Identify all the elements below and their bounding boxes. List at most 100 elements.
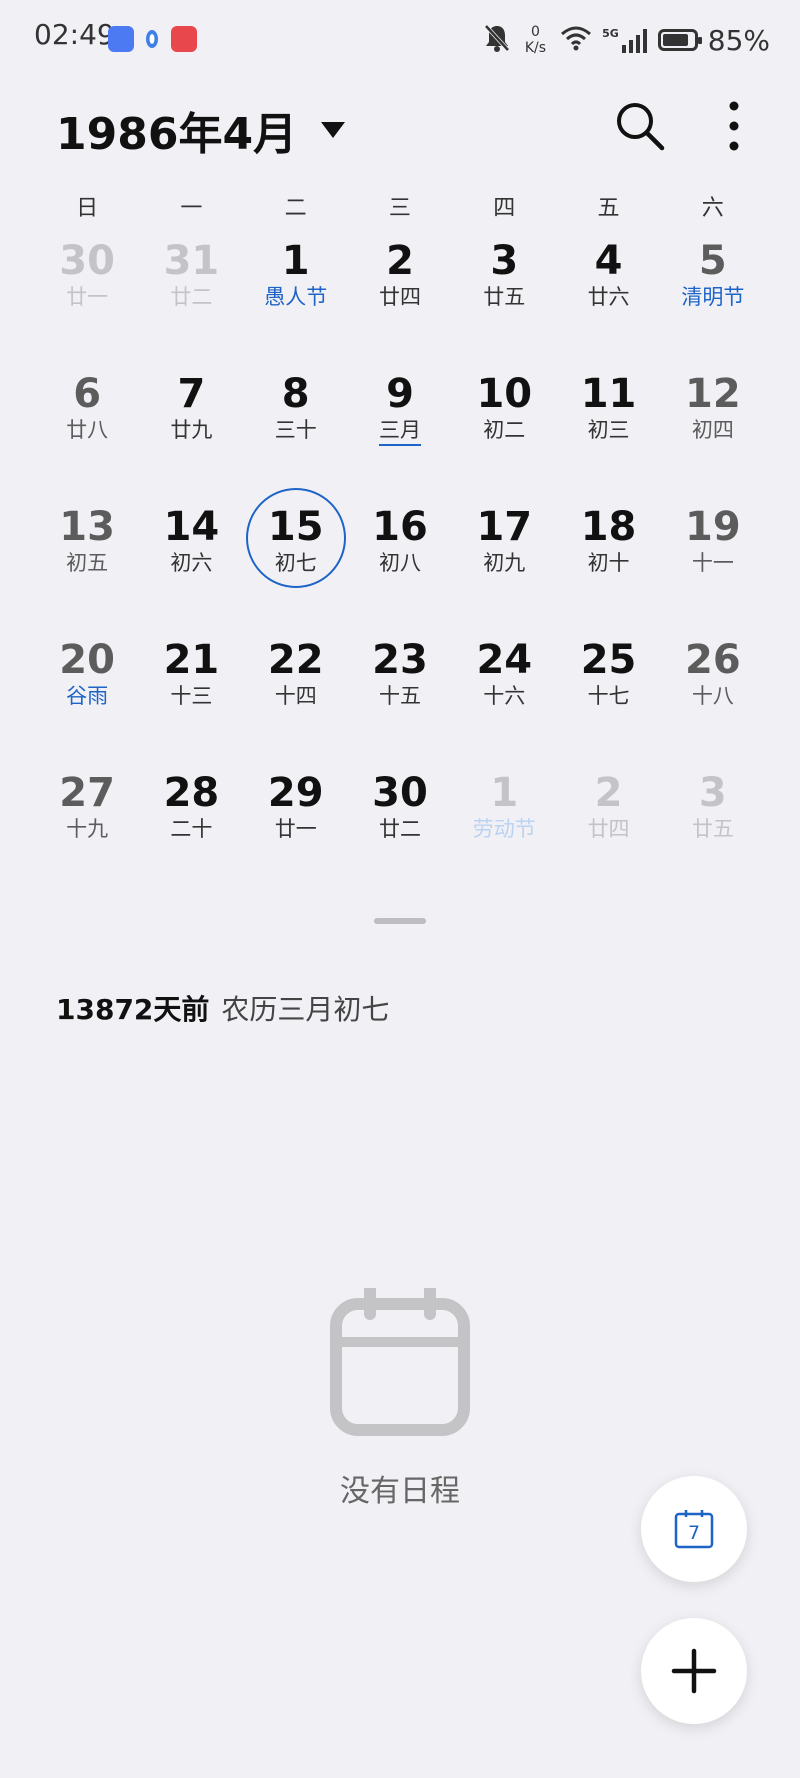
lunar-day-label: 十九 [66, 817, 109, 841]
day-cell[interactable]: 30 廿二 [348, 770, 452, 903]
bell-off-icon [483, 23, 511, 57]
day-cell[interactable]: 12 初四 [661, 371, 765, 504]
day-cell[interactable]: 5 清明节 [661, 238, 765, 371]
day-cell[interactable]: 2 廿四 [556, 770, 660, 903]
signal-icon: 5G [602, 27, 648, 53]
day-cell[interactable]: 23 十五 [348, 637, 452, 770]
calendar-grid: 30 廿一 31 廿二 1 愚人节 2 廿四 3 廿五 4 廿六 5 清明节 6 廿八 7 廿九 8 三十 9 三月 10 初… [35, 238, 765, 903]
day-number: 20 [59, 637, 115, 683]
day-cell[interactable]: 1 愚人节 [244, 238, 348, 371]
battery-percent: 85% [707, 23, 770, 57]
day-number: 17 [476, 504, 533, 550]
status-time: 02:49 [34, 18, 115, 51]
weekday-label: 日 [76, 196, 99, 221]
day-cell[interactable]: 20 谷雨 [35, 637, 139, 770]
day-cell[interactable]: 31 廿二 [139, 238, 243, 371]
day-number: 12 [685, 371, 741, 417]
day-cell[interactable]: 3 廿五 [661, 770, 765, 903]
day-cell[interactable]: 21 十三 [139, 637, 243, 770]
more-options-button[interactable] [704, 96, 764, 156]
day-number: 7 [177, 371, 206, 417]
day-cell[interactable]: 19 十一 [661, 504, 765, 637]
day-cell[interactable]: 17 初九 [452, 504, 556, 637]
day-cell[interactable]: 24 十六 [452, 637, 556, 770]
day-cell[interactable]: 14 初六 [139, 504, 243, 637]
lunar-day-label: 初二 [483, 418, 526, 442]
day-cell[interactable]: 1 劳动节 [452, 770, 556, 903]
lunar-day-label: 廿五 [483, 285, 526, 309]
day-number: 21 [163, 637, 220, 683]
battery-icon [657, 29, 702, 51]
search-button[interactable] [610, 96, 670, 156]
lunar-day-label: 廿一 [274, 817, 317, 841]
lunar-day-label: 初八 [378, 551, 421, 575]
day-cell[interactable]: 3 廿五 [452, 238, 556, 371]
day-cell[interactable]: 6 廿八 [35, 371, 139, 504]
weekday-label: 五 [597, 196, 620, 221]
lunar-day-label: 廿六 [587, 285, 630, 309]
day-cell[interactable]: 26 十八 [661, 637, 765, 770]
drag-handle[interactable] [374, 918, 426, 924]
lunar-day-label: 初九 [483, 551, 526, 575]
day-cell[interactable]: 18 初十 [556, 504, 660, 637]
lunar-day-label: 初五 [66, 551, 109, 575]
day-number: 24 [476, 637, 533, 683]
day-cell[interactable]: 13 初五 [35, 504, 139, 637]
day-cell[interactable]: 30 廿一 [35, 238, 139, 371]
day-number: 3 [698, 770, 727, 816]
lunar-day-label: 十六 [483, 684, 526, 708]
day-cell[interactable]: 9 三月 [348, 371, 452, 504]
days-ago-text: 13872天前 [56, 993, 210, 1026]
dropdown-caret-icon [321, 122, 346, 138]
day-number: 2 [594, 770, 623, 816]
lunar-day-label: 廿二 [170, 285, 213, 309]
day-cell[interactable]: 7 廿九 [139, 371, 243, 504]
day-number: 31 [163, 238, 220, 284]
day-number: 10 [476, 371, 533, 417]
day-cell[interactable]: 8 三十 [244, 371, 348, 504]
holiday-label: 谷雨 [66, 684, 109, 708]
day-cell[interactable]: 28 二十 [139, 770, 243, 903]
day-cell[interactable]: 16 初八 [348, 504, 452, 637]
add-event-button[interactable] [641, 1618, 747, 1724]
day-number: 4 [594, 238, 623, 284]
go-to-today-button[interactable]: 7 [641, 1476, 747, 1582]
lunar-day-label: 廿一 [66, 285, 109, 309]
day-cell[interactable]: 29 廿一 [244, 770, 348, 903]
day-cell[interactable]: 10 初二 [452, 371, 556, 504]
day-cell[interactable]: 25 十七 [556, 637, 660, 770]
day-number: 30 [59, 238, 115, 284]
day-number: 5 [698, 238, 727, 284]
day-number: 18 [580, 504, 637, 550]
day-number: 3 [490, 238, 519, 284]
lunar-day-label: 二十 [170, 817, 213, 841]
month-picker[interactable]: 1986年4月 [56, 98, 346, 162]
lunar-day-label: 十八 [691, 684, 734, 708]
status-indicators: 0 K/s 5G 85% [483, 20, 770, 60]
net-speed-unit: K/s [524, 40, 547, 56]
weekday-row: 日 一 二 三 四 五 六 [35, 190, 765, 222]
status-bar: 02:49 0 K/s 5G 85% [0, 0, 800, 80]
weekday-label: 六 [701, 196, 724, 221]
day-number: 22 [267, 637, 324, 683]
weekday-label: 四 [493, 196, 516, 221]
day-number: 6 [73, 371, 102, 417]
day-cell[interactable]: 27 十九 [35, 770, 139, 903]
day-number: 1 [490, 770, 519, 816]
notification-app-icon [108, 26, 134, 52]
day-cell[interactable]: 22 十四 [244, 637, 348, 770]
lunar-day-label: 廿八 [66, 418, 109, 442]
net-speed: 0 K/s [525, 24, 546, 56]
lunar-day-label: 初六 [170, 551, 213, 575]
day-number: 23 [372, 637, 428, 683]
day-cell[interactable]: 11 初三 [556, 371, 660, 504]
holiday-label: 愚人节 [264, 285, 328, 309]
battery-level [662, 34, 689, 46]
day-cell[interactable]: 4 廿六 [556, 238, 660, 371]
day-number: 27 [59, 770, 115, 816]
lunar-day-label: 十五 [378, 684, 421, 708]
lunar-day-label: 初七 [274, 551, 317, 575]
day-cell-selected[interactable]: 15 初七 [244, 488, 348, 637]
day-cell[interactable]: 2 廿四 [348, 238, 452, 371]
wifi-icon [560, 25, 592, 55]
